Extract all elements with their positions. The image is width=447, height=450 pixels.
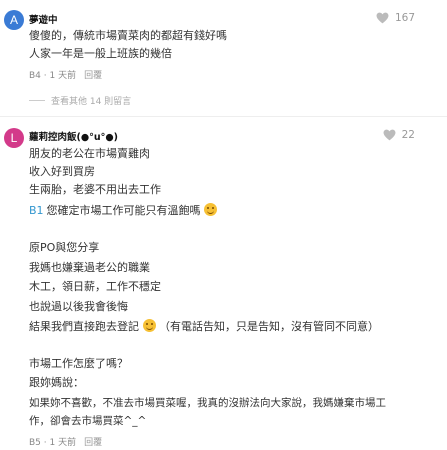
timestamp: 1 天前 [49, 438, 77, 448]
comment-meta: B5 · 1 天前 回覆 [29, 435, 102, 448]
comment-line: 收入好到買房 [29, 165, 95, 178]
comment-line: 也說過以後我會後悔 [29, 300, 128, 313]
floor-label[interactable]: B5 [29, 438, 41, 448]
like-button[interactable]: 22 [383, 129, 415, 141]
avatar[interactable]: A [4, 10, 24, 30]
comment-line: 傻傻的，傳統市場賣菜肉的都超有錢好嗎 [29, 29, 227, 42]
comment-line: 市場工作怎麼了嗎？ [29, 357, 128, 370]
comment-line: 生兩胎，老婆不用出去工作 [29, 183, 161, 196]
comment-line: 木工，領日薪，工作不穩定 [29, 280, 161, 293]
floor-reference-link[interactable]: B1 [29, 204, 44, 217]
comment-line-text: 結果我們直接跑去登記 [29, 320, 139, 333]
comment-author[interactable]: 夢遊中 [29, 12, 58, 26]
like-count: 22 [401, 129, 415, 141]
more-replies-link[interactable]: 查看其他 14 則留言 [29, 94, 131, 107]
heart-icon [376, 12, 389, 24]
comment-b5: L 蘿莉控肉飯(●°u°●) 22 朋友的老公在市場賣雞肉 收入好到買房 生兩胎… [0, 117, 447, 450]
comment-line-text: 您確定市場工作可能只有溫飽嗎 [46, 204, 201, 217]
comment-line: 作，卻會去市場買菜^_^ [29, 415, 147, 427]
comment-line: 朋友的老公在市場賣雞肉 [29, 147, 150, 160]
comment-line: 結果我們直接跑去登記 （有電話告知，只是告知，沒有管同不同意） [29, 319, 379, 334]
like-button[interactable]: 167 [376, 12, 415, 24]
reply-button[interactable]: 回覆 [84, 435, 102, 448]
avatar[interactable]: L [4, 128, 24, 148]
comment-line: B1 您確定市場工作可能只有溫飽嗎 [29, 203, 218, 218]
more-replies-label[interactable]: 查看其他 14 則留言 [51, 94, 131, 107]
comment-line: 跟妳媽說： [29, 376, 84, 389]
comment-b4: A 夢遊中 167 傻傻的，傳統市場賣菜肉的都超有錢好嗎 人家一年是一般上班族的… [0, 0, 447, 110]
comment-line-text: （有電話告知，只是告知，沒有管同不同意） [159, 320, 379, 333]
like-count: 167 [394, 12, 415, 24]
comment-line: 人家一年是一般上班族的幾倍 [29, 47, 172, 60]
timestamp: 1 天前 [49, 71, 77, 81]
comment-author[interactable]: 蘿莉控肉飯(●°u°●) [29, 129, 118, 143]
floor-label[interactable]: B4 [29, 71, 41, 81]
smile-emoji-icon [142, 319, 156, 332]
comment-line: 如果妳不喜歡，不准去市場買菜喔，我真的沒辦法向大家說，我媽嫌棄市場工 [29, 397, 386, 409]
heart-icon [383, 129, 396, 141]
comment-meta: B4 · 1 天前 回覆 [29, 68, 102, 81]
reply-button[interactable]: 回覆 [84, 68, 102, 81]
comment-line: 我媽也嫌棄過老公的職業 [29, 261, 150, 274]
divider-dash [29, 100, 45, 101]
smile-emoji-icon [204, 203, 218, 216]
comment-line: 原PO與您分享 [29, 241, 100, 254]
